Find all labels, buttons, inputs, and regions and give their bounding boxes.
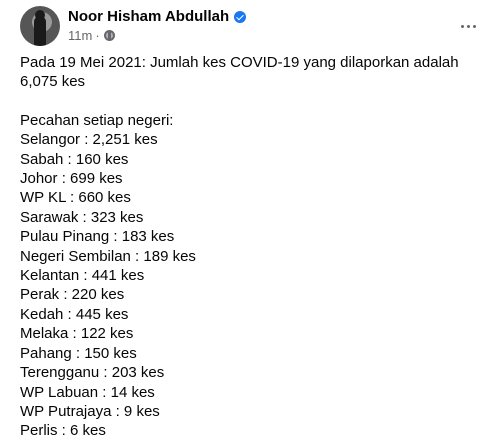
state-case-item: Kelantan : 441 kes <box>20 267 145 285</box>
breakdown-heading: Pecahan setiap negeri: <box>20 111 174 129</box>
globe-icon[interactable] <box>103 30 115 41</box>
state-case-item: WP KL : 660 kes <box>20 189 131 207</box>
post-header: Noor Hisham Abdullah 11m · <box>20 6 484 46</box>
state-case-item: WP Putrajaya : 9 kes <box>20 402 160 420</box>
post-timestamp[interactable]: 11m <box>68 28 92 43</box>
state-case-item: Terengganu : 203 kes <box>20 364 165 382</box>
post-meta: 11m · <box>68 28 115 43</box>
state-case-item: Perak : 220 kes <box>20 286 125 304</box>
post-intro-text: Pada 19 Mei 2021: Jumlah kes COVID-19 ya… <box>20 54 459 91</box>
state-case-item: Melaka : 122 kes <box>20 325 134 343</box>
verified-badge-icon <box>234 10 247 23</box>
more-dot <box>472 24 476 28</box>
meta-separator: · <box>95 28 100 43</box>
avatar-figure-body <box>34 16 46 46</box>
state-case-item: Pahang : 150 kes <box>20 344 137 362</box>
author-avatar[interactable] <box>20 6 60 46</box>
more-dot <box>466 24 470 28</box>
state-case-item: Kedah : 445 kes <box>20 305 129 323</box>
state-case-item: WP Labuan : 14 kes <box>20 383 155 401</box>
author-name[interactable]: Noor Hisham Abdullah <box>68 8 229 25</box>
more-dot <box>460 24 464 28</box>
post-body: Pada 19 Mei 2021: Jumlah kes COVID-19 ya… <box>20 53 482 441</box>
state-case-item: Sabah : 160 kes <box>20 150 129 168</box>
state-case-list: Selangor : 2,251 kes Sabah : 160 kes Joh… <box>20 130 482 441</box>
state-case-item: Perlis : 6 kes <box>20 422 106 440</box>
state-case-item: Sarawak : 323 kes <box>20 208 144 226</box>
author-row: Noor Hisham Abdullah <box>68 8 247 25</box>
state-case-item: Pulau Pinang : 183 kes <box>20 228 175 246</box>
state-case-item: Selangor : 2,251 kes <box>20 131 158 149</box>
more-options-icon[interactable] <box>456 14 480 38</box>
state-case-item: Johor : 699 kes <box>20 170 123 188</box>
state-case-item: Negeri Sembilan : 189 kes <box>20 247 196 265</box>
facebook-post: Noor Hisham Abdullah 11m · Pada 19 Mei 2… <box>0 0 494 439</box>
